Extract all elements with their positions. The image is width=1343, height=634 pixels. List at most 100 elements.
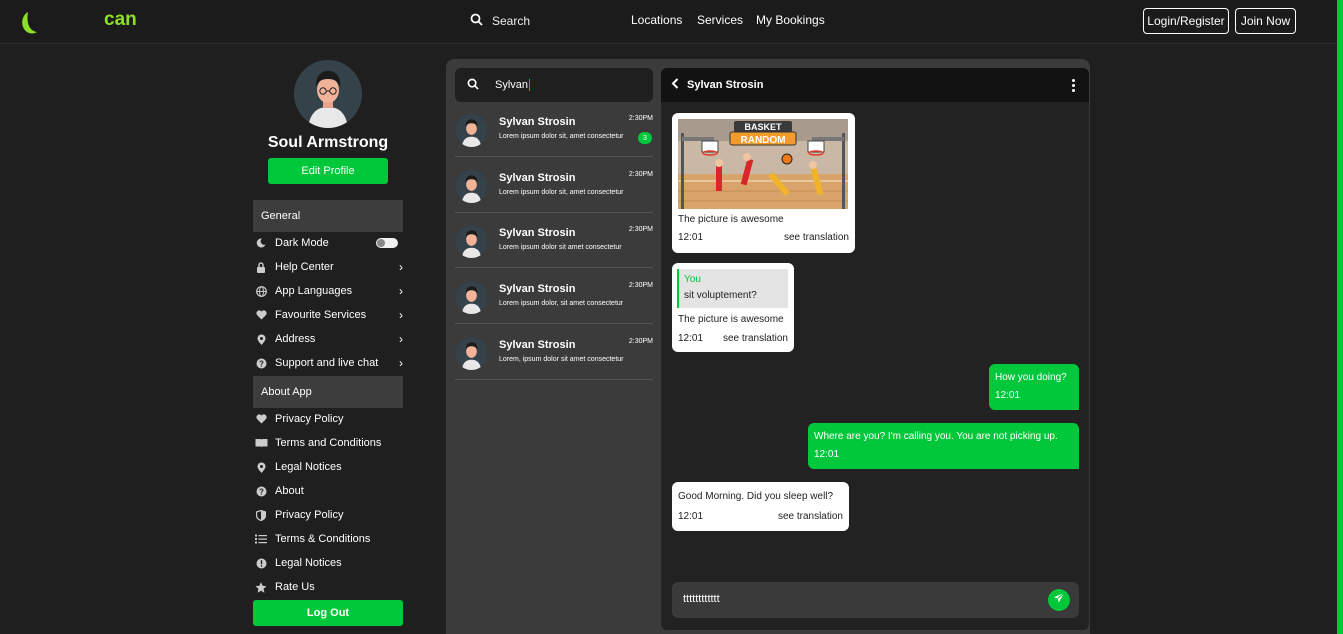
chevron-right-icon: › [399, 260, 403, 274]
message-incoming[interactable]: BASKET RANDOM The picture is awesome 12:… [672, 113, 855, 253]
moon-icon [253, 238, 269, 248]
sidebar-item-rate-us[interactable]: Rate Us [253, 577, 403, 597]
reply-text: sit voluptement? [684, 290, 757, 301]
dark-mode-toggle[interactable] [376, 238, 398, 248]
message-text: The picture is awesome [678, 314, 784, 325]
conversation-avatar [455, 225, 488, 258]
star-icon [253, 581, 269, 593]
logout-button[interactable]: Log Out [253, 600, 403, 626]
sidebar-item-label: Privacy Policy [275, 509, 344, 521]
help-circle-icon: ? [253, 358, 269, 369]
edit-profile-button[interactable]: Edit Profile [268, 158, 388, 184]
chat-header: Sylvan Strosin [661, 68, 1089, 102]
location-pin-icon [253, 334, 269, 345]
top-search[interactable]: Search [470, 13, 530, 29]
message-incoming[interactable]: You sit voluptement? The picture is awes… [672, 263, 794, 352]
svg-text:BASKET: BASKET [744, 122, 782, 132]
sidebar-item-address[interactable]: Address › [253, 329, 403, 349]
see-translation-link[interactable]: see translation [784, 232, 849, 243]
message-image[interactable]: BASKET RANDOM [678, 119, 848, 209]
profile-avatar[interactable] [294, 60, 362, 128]
conversation-preview: Lorem ipsum dolor sit amet consectetur [499, 244, 622, 251]
sidebar-item-app-languages[interactable]: App Languages › [253, 281, 403, 301]
conversation-time: 2:30PM [628, 338, 653, 345]
help-circle-icon: ? [253, 486, 269, 497]
back-chevron-icon[interactable] [671, 78, 679, 92]
reply-author: You [684, 274, 701, 285]
conversation-search-input[interactable]: Sylvan [455, 68, 653, 102]
message-text: Where are you? I'm calling you. You are … [814, 431, 1058, 442]
conversation-avatar [455, 114, 488, 147]
location-pin-icon [253, 462, 269, 473]
sidebar-item-help-center[interactable]: Help Center › [253, 257, 403, 277]
sidebar-item-privacy-policy-2[interactable]: Privacy Policy [253, 505, 403, 525]
conversation-item[interactable]: Sylvan Strosin 2:30PM Lorem, ipsum dolor… [455, 325, 653, 380]
conversation-item[interactable]: Sylvan Strosin 2:30PM Lorem ipsum dolor,… [455, 269, 653, 324]
send-icon [1053, 591, 1065, 609]
conversation-name: Sylvan Strosin [499, 339, 576, 351]
sidebar-item-label: Legal Notices [275, 557, 342, 569]
login-register-button[interactable]: Login/Register [1143, 8, 1229, 34]
message-time: 12:01 [678, 232, 704, 243]
join-now-button[interactable]: Join Now [1235, 8, 1296, 34]
sidebar-item-dark-mode[interactable]: Dark Mode [253, 233, 403, 253]
svg-text:?: ? [259, 359, 264, 368]
send-button[interactable] [1048, 589, 1070, 611]
sidebar-item-label: Address [275, 333, 316, 345]
sidebar-item-support[interactable]: ? Support and live chat › [253, 353, 403, 373]
list-icon [253, 534, 269, 544]
chevron-right-icon: › [399, 308, 403, 322]
search-icon [467, 78, 479, 93]
sidebar-item-terms-conditions[interactable]: Terms & Conditions [253, 529, 403, 549]
sidebar-item-about[interactable]: ? About [253, 481, 403, 501]
reply-quote[interactable]: You sit voluptement? [677, 269, 788, 308]
conversation-item[interactable]: Sylvan Strosin 2:30PM Lorem ipsum dolor … [455, 102, 653, 157]
heart-icon [253, 310, 269, 320]
nav-services[interactable]: Services [697, 13, 743, 27]
see-translation-link[interactable]: see translation [778, 511, 843, 522]
book-icon [253, 438, 269, 448]
nav-my-bookings[interactable]: My Bookings [756, 13, 825, 27]
sidebar-item-label: Dark Mode [275, 237, 329, 249]
conversation-name: Sylvan Strosin [499, 227, 576, 239]
conversation-preview: Lorem ipsum dolor sit, amet consectetur [499, 133, 624, 140]
see-translation-link[interactable]: see translation [723, 333, 788, 344]
unread-badge: 3 [638, 132, 652, 144]
profile-name: Soul Armstrong [267, 134, 389, 151]
sidebar-item-favourite-services[interactable]: Favourite Services › [253, 305, 403, 325]
conversation-item[interactable]: Sylvan Strosin 2:30PM Lorem ipsum dolor … [455, 158, 653, 213]
shield-icon [253, 509, 269, 521]
message-time: 12:01 [814, 449, 840, 460]
section-about-app: About App [253, 376, 403, 408]
section-general: General [253, 200, 403, 232]
logo-text[interactable]: can [104, 9, 137, 31]
sidebar-item-privacy-policy[interactable]: Privacy Policy [253, 409, 403, 429]
message-outgoing[interactable]: Where are you? I'm calling you. You are … [808, 423, 1079, 469]
message-input[interactable]: tttttttttttt [672, 582, 1079, 618]
conversation-item[interactable]: Sylvan Strosin 2:30PM Lorem ipsum dolor … [455, 213, 653, 268]
right-accent-bar [1337, 0, 1343, 634]
more-options-icon[interactable] [1072, 79, 1075, 92]
svg-text:RANDOM: RANDOM [741, 135, 786, 146]
logo-mark-icon[interactable] [18, 10, 40, 36]
sidebar-item-label: App Languages [275, 285, 353, 297]
globe-icon [253, 285, 269, 297]
message-time: 12:01 [995, 390, 1021, 401]
sidebar-item-label: About [275, 485, 304, 497]
sidebar-item-legal-notices[interactable]: Legal Notices [253, 457, 403, 477]
sidebar-item-legal-notices-2[interactable]: Legal Notices [253, 553, 403, 573]
conversation-time: 2:30PM [628, 171, 653, 178]
nav-locations[interactable]: Locations [631, 13, 682, 27]
sidebar-item-label: Favourite Services [275, 309, 367, 321]
sidebar-item-label: Support and live chat [275, 357, 379, 369]
info-icon [253, 558, 269, 569]
conversation-avatar [455, 337, 488, 370]
sidebar-item-terms-and-conditions[interactable]: Terms and Conditions [253, 433, 403, 453]
text-caret [529, 79, 531, 92]
message-incoming[interactable]: Good Morning. Did you sleep well? 12:01 … [672, 482, 849, 531]
message-text: Good Morning. Did you sleep well? [678, 491, 834, 502]
conversation-time: 2:30PM [628, 115, 653, 122]
conversation-search-value: Sylvan [495, 78, 529, 91]
svg-text:?: ? [259, 487, 264, 496]
message-outgoing[interactable]: How you doing? 12:01 [989, 364, 1079, 410]
